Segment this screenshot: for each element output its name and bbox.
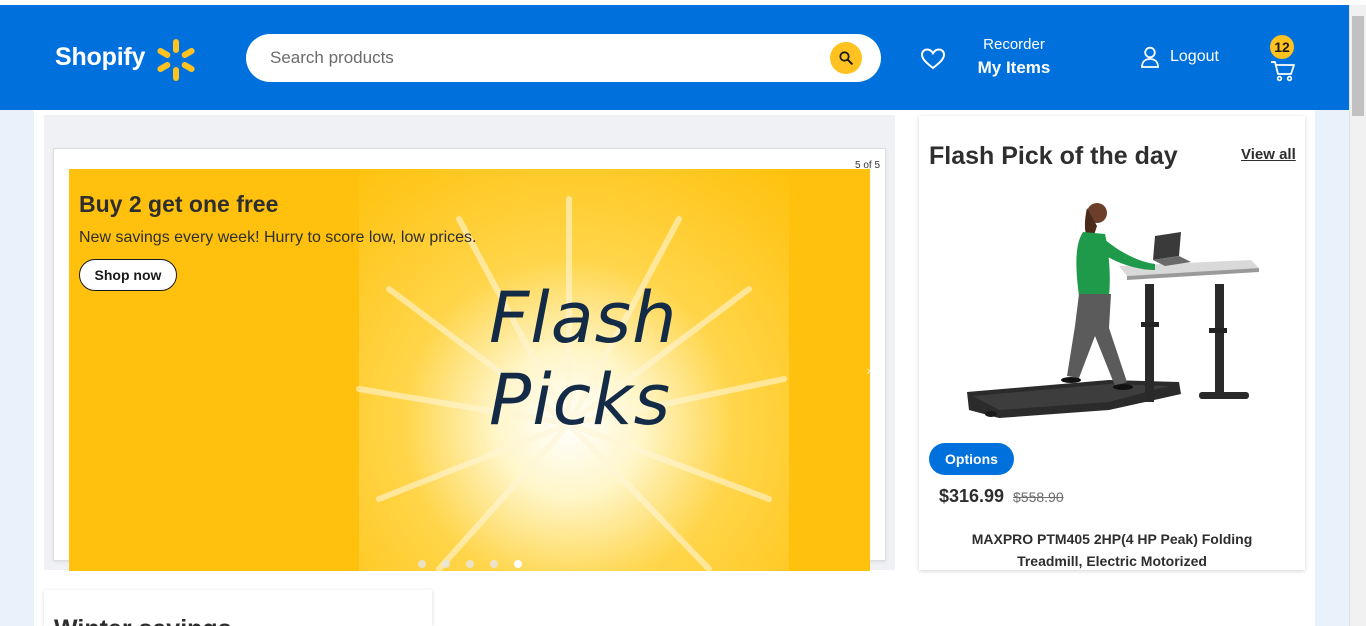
current-price: $316.99	[939, 486, 1005, 506]
cart-button[interactable]: 12	[1266, 35, 1300, 85]
hero-banner[interactable]: Buy 2 get one free New savings every wee…	[69, 169, 870, 571]
carousel-dots	[418, 560, 538, 568]
logout-label: Logout	[1170, 48, 1219, 65]
view-all-link[interactable]: View all	[1241, 146, 1296, 163]
logo-text[interactable]: Shopify	[55, 43, 145, 72]
reorder-line2: My Items	[977, 58, 1051, 77]
heart-icon[interactable]	[920, 47, 946, 71]
carousel-prev-arrow[interactable]: ‹	[62, 362, 67, 378]
search-bar	[246, 34, 881, 82]
original-price: $558.90	[1013, 489, 1064, 505]
hero-title: Buy 2 get one free	[79, 191, 279, 217]
carousel-dot[interactable]	[442, 560, 450, 568]
flash-pick-card: Flash Pick of the day View all Options $…	[919, 116, 1305, 570]
spark-icon	[157, 39, 195, 81]
reorder-link[interactable]: Recorder My Items	[960, 36, 1068, 78]
header: Shopify Recorder My Items Log	[0, 5, 1366, 110]
cart-icon	[1271, 61, 1295, 82]
search-icon	[839, 51, 853, 65]
shop-now-button[interactable]: Shop now	[79, 259, 177, 291]
cart-count-badge: 12	[1270, 35, 1294, 59]
vertical-scrollbar[interactable]	[1349, 5, 1366, 626]
winter-savings-card: Winter savings	[44, 590, 432, 626]
treadmill-desk-image[interactable]	[959, 196, 1269, 436]
banner-flash-picks-text: Flash Picks	[489, 277, 677, 441]
reorder-line1: Recorder	[983, 36, 1045, 53]
carousel-dot[interactable]	[490, 560, 498, 568]
search-button[interactable]	[830, 42, 862, 74]
flash-pick-title: Flash Pick of the day	[929, 142, 1178, 170]
carousel-dot[interactable]	[466, 560, 474, 568]
search-input[interactable]	[270, 46, 810, 70]
user-icon	[1141, 46, 1159, 68]
logout-button[interactable]: Logout	[1140, 46, 1219, 68]
product-name-link[interactable]: MAXPRO PTM405 2HP(4 HP Peak) Folding Tre…	[944, 528, 1280, 572]
banner-line1: Flash	[489, 277, 678, 359]
carousel-dot[interactable]	[418, 560, 426, 568]
banner-line2: Picks	[489, 359, 672, 441]
carousel-dot-active[interactable]	[514, 560, 522, 568]
winter-savings-title: Winter savings	[54, 615, 232, 626]
hero-subtitle: New savings every week! Hurry to score l…	[79, 229, 477, 246]
carousel-next-arrow[interactable]: ›	[866, 362, 871, 378]
scrollbar-thumb[interactable]	[1352, 16, 1364, 116]
options-button[interactable]: Options	[929, 443, 1014, 475]
